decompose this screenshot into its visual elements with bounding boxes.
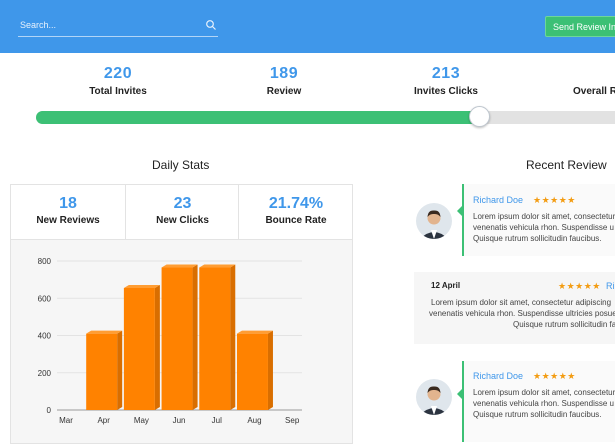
- y-tick-label: 400: [38, 332, 52, 341]
- stat-value: [543, 65, 615, 83]
- stat-invites-clicks: 213 Invites Clicks: [386, 65, 506, 97]
- bar-side: [117, 330, 123, 410]
- x-tick-label: May: [134, 416, 149, 425]
- stat-overall: Overall R: [543, 65, 615, 97]
- rating-stars: ★★★★★: [533, 371, 576, 381]
- reviewer-avatar: [416, 379, 452, 415]
- review-text-line: venenatis vehicula rhon. Suspendisse u: [473, 399, 614, 408]
- avatar-icon: [416, 379, 452, 415]
- y-tick-label: 600: [38, 294, 52, 303]
- review-text-line: venenatis vehicula rhon. Suspendisse u: [473, 223, 614, 232]
- rating-stars: ★★★★★: [558, 281, 601, 291]
- review-text-line: Lorem ipsum dolor sit amet, consectetur: [473, 212, 615, 221]
- review-card[interactable]: Richard Doe ★★★★★ Lorem ipsum dolor sit …: [457, 184, 615, 256]
- review-card[interactable]: Richard Doe ★★★★★ Lorem ipsum dolor sit …: [457, 361, 615, 442]
- kpi-new-reviews: 18 New Reviews: [11, 185, 125, 239]
- bar-side: [267, 330, 273, 410]
- review-text-line: venenatis vehicula rhon. Suspendisse ult…: [429, 309, 615, 318]
- bar-side: [192, 264, 198, 410]
- bar: [161, 267, 193, 410]
- bar: [123, 288, 155, 410]
- review-text-line: Quisque rutrum sollicitudin faucibus.: [473, 410, 602, 419]
- stat-label: Invites Clicks: [414, 86, 478, 97]
- daily-stats-title: Daily Stats: [152, 158, 210, 172]
- bar: [86, 333, 118, 410]
- kpi-label: New Reviews: [36, 215, 100, 226]
- daily-bar-chart: 0 200 400 600 800 Mar Apr May Jun Jul Aug Sep: [38, 257, 302, 425]
- stat-label: Total Invites: [89, 86, 147, 97]
- recent-review-title: Recent Review: [526, 158, 607, 172]
- kpi-label: Bounce Rate: [265, 215, 327, 226]
- reviewer-name[interactable]: Richard Doe: [473, 371, 523, 381]
- y-tick-label: 200: [38, 369, 52, 378]
- x-tick-label: Jul: [212, 416, 222, 425]
- kpi-bounce-rate: 21.74% Bounce Rate: [238, 185, 353, 239]
- search-icon[interactable]: [205, 19, 217, 31]
- x-tick-label: Aug: [247, 416, 261, 425]
- bar-top: [161, 264, 198, 268]
- bar-top: [199, 264, 236, 268]
- x-tick-label: Mar: [59, 416, 73, 425]
- progress-slider[interactable]: [36, 106, 615, 127]
- bar-top: [86, 330, 123, 334]
- reviewer-name[interactable]: Richard Doe: [473, 195, 523, 205]
- reviewer-avatar: [416, 203, 452, 239]
- x-tick-label: Apr: [97, 416, 110, 425]
- bar-side: [230, 264, 236, 410]
- y-tick-label: 0: [47, 406, 52, 415]
- avatar-icon: [416, 203, 452, 239]
- x-tick-label: Sep: [285, 416, 300, 425]
- bar-top: [123, 285, 160, 289]
- rating-stars: ★★★★★: [533, 195, 576, 205]
- stat-value: 189: [269, 65, 299, 82]
- bar: [199, 267, 231, 410]
- top-bar: Send Review Invites: [0, 0, 615, 53]
- stat-value: 213: [431, 65, 461, 82]
- kpi-value: 21.74%: [268, 195, 324, 212]
- y-tick-label: 800: [38, 257, 52, 266]
- slider-handle[interactable]: [469, 106, 490, 127]
- stat-label: Review: [266, 86, 302, 97]
- review-text-line: Quisque rutrum sollicitudin faucibus.: [473, 234, 602, 243]
- search-input[interactable]: [20, 18, 190, 32]
- review-card[interactable]: 12 April ★★★★★ Ri Lorem ipsum dolor sit …: [414, 272, 615, 344]
- progress-fill: [36, 111, 480, 124]
- kpi-row: 18 New Reviews 23 New Clicks 21.74% Boun…: [11, 185, 352, 240]
- stat-total-invites: 220 Total Invites: [58, 65, 178, 97]
- bar-side: [154, 285, 160, 410]
- card-pointer: [457, 389, 462, 399]
- x-tick-label: Jun: [173, 416, 186, 425]
- kpi-label: New Clicks: [156, 215, 209, 226]
- kpi-value: 18: [59, 195, 77, 212]
- bar-top: [236, 330, 273, 334]
- reviewer-name[interactable]: Ri: [606, 281, 615, 291]
- stat-value: 220: [103, 65, 133, 82]
- kpi-value: 23: [173, 195, 192, 212]
- review-text-line: Quisque rutrum sollicitudin fau: [513, 320, 615, 329]
- review-text-line: Lorem ipsum dolor sit amet, consectetur: [473, 388, 615, 397]
- review-date: 12 April: [431, 281, 461, 290]
- review-text-line: Lorem ipsum dolor sit amet, consectetur …: [431, 298, 612, 307]
- card-pointer: [457, 206, 462, 216]
- stat-label: Overall R: [573, 86, 615, 97]
- kpi-new-clicks: 23 New Clicks: [125, 185, 239, 239]
- bar: [236, 333, 268, 410]
- search-box[interactable]: [18, 16, 218, 37]
- send-review-invites-button[interactable]: Send Review Invites: [545, 16, 615, 37]
- stat-review: 189 Review: [224, 65, 344, 97]
